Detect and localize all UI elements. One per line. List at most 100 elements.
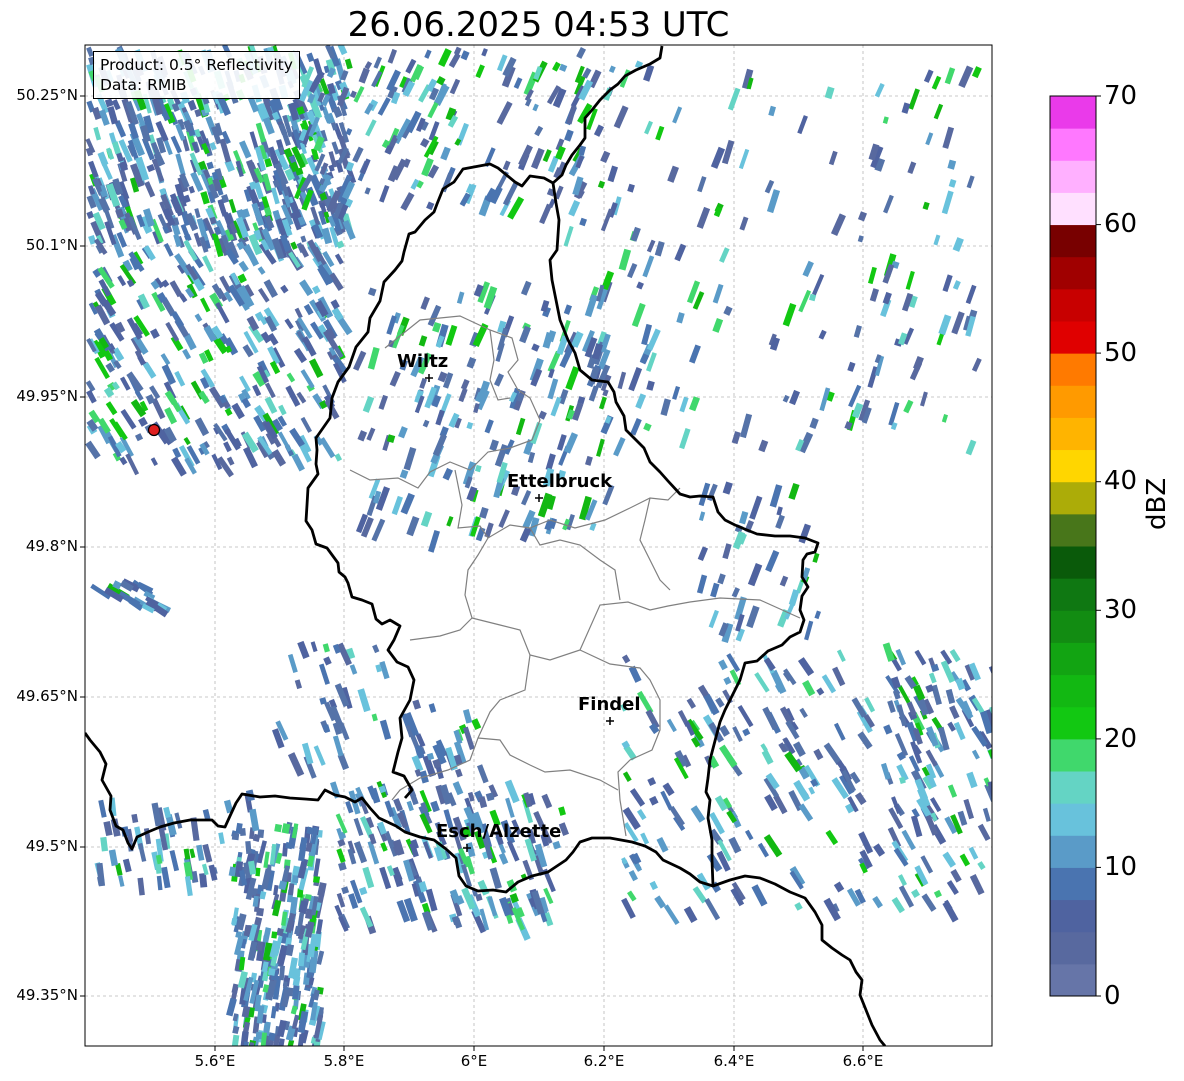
colorbar-segment	[1050, 771, 1096, 804]
echo-cell	[188, 185, 196, 194]
echo-cell	[175, 153, 186, 177]
echo-cell	[294, 307, 303, 319]
colorbar-segment	[1050, 931, 1096, 965]
echo-cell	[982, 807, 991, 822]
echo-cell	[458, 388, 468, 403]
echo-cell	[377, 97, 391, 116]
lon-label: 6.2°E	[583, 1052, 625, 1070]
echo-cell	[683, 906, 698, 923]
echo-cell	[782, 394, 790, 403]
echo-cell	[938, 314, 952, 336]
echo-cell	[744, 829, 754, 841]
echo-cell	[352, 146, 364, 163]
echo-cell	[435, 409, 445, 426]
echo-cell	[412, 699, 422, 710]
echo-cell	[142, 361, 157, 379]
echo-cell	[713, 206, 723, 218]
echo-cell	[330, 299, 340, 310]
echo-cell	[442, 467, 454, 481]
echo-cell	[812, 273, 825, 296]
echo-cell	[585, 455, 593, 466]
echo-cell	[907, 161, 917, 175]
colorbar-segment	[1050, 803, 1096, 836]
echo-cell	[566, 105, 577, 125]
echo-cell	[853, 325, 862, 338]
echo-cell	[471, 718, 482, 731]
echo-cell	[293, 347, 308, 364]
echo-cell	[552, 61, 561, 72]
echo-cell	[496, 101, 513, 125]
echo-cell	[466, 356, 477, 369]
echo-cell	[977, 823, 991, 842]
echo-cell	[106, 147, 115, 160]
echo-cell	[925, 749, 938, 767]
echo-cell	[674, 243, 687, 262]
echo-cell	[521, 489, 532, 506]
echo-cell	[125, 453, 140, 476]
colorbar-segment	[1050, 835, 1096, 868]
radar-map	[80, 44, 1101, 1051]
echo-cell	[869, 288, 880, 302]
echo-cell	[532, 103, 539, 112]
echo-cell	[357, 688, 371, 713]
echo-cell	[728, 836, 742, 854]
echo-cell	[825, 829, 839, 846]
colorbar-segment	[1050, 546, 1096, 579]
echo-cell	[965, 439, 977, 456]
echo-cell	[906, 701, 917, 717]
echo-cell	[120, 408, 137, 430]
echo-cell	[223, 337, 239, 356]
echo-cell	[373, 56, 382, 69]
city-label-ettelbruck: Ettelbruck	[507, 471, 613, 492]
echo-cell	[957, 810, 968, 826]
echo-cell	[751, 884, 768, 907]
city-marker-ettelbruck	[535, 494, 543, 502]
echo-cell	[797, 657, 815, 677]
echo-cell	[883, 724, 893, 735]
echo-cell	[506, 840, 520, 862]
echo-cell	[550, 396, 562, 417]
echo-cell	[478, 796, 488, 809]
echo-cell	[287, 653, 298, 673]
echo-cell	[689, 396, 701, 412]
echo-cell	[910, 815, 923, 838]
radar-site-marker	[147, 423, 161, 437]
echo-cell	[541, 793, 553, 809]
echo-cell	[944, 67, 956, 85]
echo-cell	[163, 806, 172, 819]
echo-cell	[654, 240, 665, 257]
echo-cell	[690, 805, 706, 823]
echo-cell	[731, 431, 741, 445]
echo-cell	[475, 527, 486, 542]
echo-cell	[897, 874, 908, 887]
echo-cell	[564, 129, 574, 142]
echo-cell	[264, 158, 273, 168]
echo-cell	[968, 846, 979, 860]
echo-cell	[323, 656, 332, 666]
colorbar-segment	[1050, 513, 1096, 547]
echo-cell	[818, 329, 827, 340]
echo-cell	[710, 582, 720, 598]
echo-cell	[629, 788, 646, 807]
echo-cell	[484, 419, 494, 434]
echo-cell	[888, 401, 900, 426]
product-label: Product: 0.5° Reflectivity	[100, 56, 293, 74]
echo-cell	[379, 185, 390, 203]
echo-cell	[117, 275, 127, 287]
echo-cell	[502, 160, 511, 171]
colorbar-segment	[1050, 963, 1096, 997]
echo-cell	[971, 357, 982, 372]
echo-cell	[319, 663, 330, 685]
echo-cell	[966, 771, 978, 789]
echo-cell	[371, 713, 378, 722]
echo-cell	[726, 653, 741, 673]
echo-cell	[194, 208, 201, 219]
echo-cell	[757, 842, 770, 858]
echo-cell	[362, 866, 375, 889]
radar-echoes	[85, 45, 992, 1046]
echo-cell	[696, 206, 711, 229]
echo-cell	[746, 605, 760, 629]
echo-cell	[579, 217, 588, 227]
echo-cell	[824, 86, 835, 100]
echo-cell	[131, 813, 139, 824]
